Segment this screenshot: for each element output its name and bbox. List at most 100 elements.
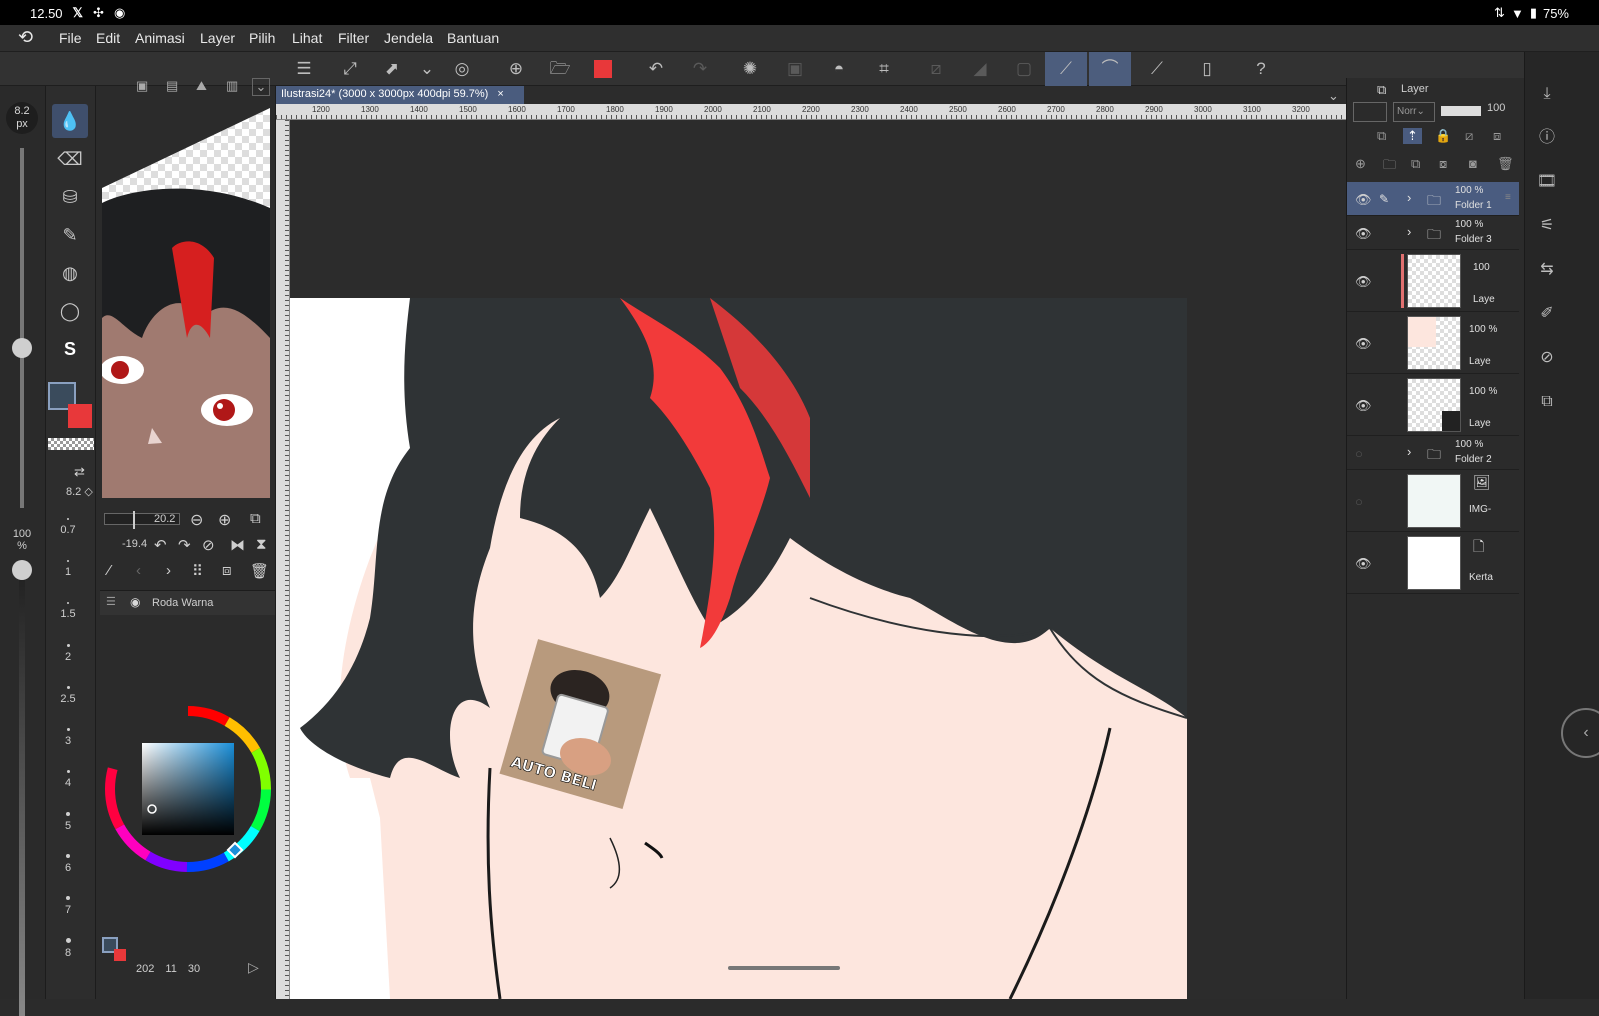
navigator-preview[interactable] (102, 108, 270, 498)
brush-size-item[interactable]: 3 (46, 728, 90, 747)
brush-size-item[interactable]: 1 (46, 560, 90, 578)
layer-row[interactable]: ○ › 🗀 100 % Folder 2 (1347, 436, 1519, 470)
search-icon[interactable]: ⊘ (1535, 346, 1559, 370)
reset-rotation-icon[interactable]: ⊘ (202, 536, 215, 554)
size-stepper[interactable]: 8.2 ◇ (66, 485, 93, 498)
transform-icon[interactable]: ⇆ (1535, 258, 1559, 282)
panel-tab-icon[interactable]: ▥ (226, 78, 238, 94)
eyedropper-icon[interactable]: ⁄ (108, 562, 111, 579)
layer-mask-icon[interactable]: ◙ (1469, 156, 1477, 171)
layer-row[interactable]: 👁 100 % Laye (1347, 374, 1519, 436)
mini-sub-swatch[interactable] (114, 949, 126, 961)
eye-icon[interactable]: 👁 (1355, 192, 1372, 208)
copy-layer-icon[interactable]: ⧉ (1411, 156, 1420, 172)
lock-alpha-icon[interactable]: ⧄ (1465, 128, 1473, 144)
chevron-down-icon[interactable]: ⌄ (252, 78, 270, 96)
panel-tab-icon[interactable]: ▤ (166, 78, 178, 94)
flip-vertical-icon[interactable]: ⧗ (256, 536, 267, 553)
brush-size-item[interactable]: 1.5 (46, 602, 90, 620)
chevron-right-icon[interactable]: › (166, 562, 171, 579)
brush-size-item[interactable]: 4 (46, 770, 90, 789)
spiral-icon[interactable]: ◎ (450, 57, 474, 81)
opacity-knob[interactable] (12, 560, 32, 580)
chevron-right-icon[interactable]: › (1407, 444, 1411, 459)
brush-size-item[interactable]: 0.7 (46, 518, 90, 536)
eraser-tool-icon[interactable]: ⌫ (52, 142, 88, 176)
opacity-slider[interactable] (19, 576, 25, 1016)
artboard[interactable]: AUTO BELI (290, 298, 1187, 999)
menu-animasi[interactable]: Animasi (135, 30, 185, 46)
chevron-down-icon[interactable]: ⌄ (415, 57, 439, 81)
color-panel-title[interactable]: Roda Warna (152, 597, 213, 609)
menu-lihat[interactable]: Lihat (292, 30, 322, 46)
ruler-snap-icon[interactable]: ⟋ (1045, 52, 1087, 86)
layer-panel-title[interactable]: Layer (1401, 83, 1429, 95)
fit-icon[interactable]: ⧉ (250, 510, 261, 527)
fill-icon[interactable]: ◓ (827, 57, 851, 81)
eye-icon[interactable]: 👁 (1355, 274, 1372, 290)
sub-color-swatch[interactable] (68, 404, 92, 428)
airbrush-tool-icon[interactable]: ◍ (52, 256, 88, 290)
rotation-value[interactable]: -19.4 (122, 538, 147, 550)
animation-icon[interactable]: 🎞 (1535, 170, 1559, 194)
menu-jendela[interactable]: Jendela (384, 30, 433, 46)
transparent-swatch[interactable] (48, 438, 94, 450)
menu-filter[interactable]: Filter (338, 30, 369, 46)
undo-icon[interactable]: ↶ (644, 57, 668, 81)
help-icon[interactable]: ? (1249, 57, 1273, 81)
layer-row[interactable]: 👁 100 % Laye (1347, 312, 1519, 374)
open-folder-icon[interactable]: 🗁 (548, 57, 572, 81)
transform-icon[interactable]: ⬈ (380, 57, 404, 81)
blend-tool-icon[interactable]: 💧 (52, 104, 88, 138)
trash-icon[interactable]: 🗑 (250, 562, 269, 580)
adjust-icon[interactable]: ⚟ (1535, 214, 1559, 238)
panel-tab-icon[interactable]: ⛰ (196, 78, 207, 94)
layer-row[interactable]: 👁 🗋 Kerta (1347, 532, 1519, 594)
brush-size-item[interactable]: 2 (46, 644, 90, 663)
brush-size-item[interactable]: 2.5 (46, 686, 90, 705)
panel-tab-icon[interactable]: ▣ (136, 78, 148, 94)
collapse-panel-button[interactable]: ‹ (1561, 708, 1599, 758)
layer-color-chip[interactable] (1353, 102, 1387, 122)
hamburger-icon[interactable]: ☰ (292, 57, 316, 81)
flip-horizontal-icon[interactable]: ⧓ (230, 536, 245, 554)
panel-menu-icon[interactable]: ☰ (106, 595, 116, 608)
menu-edit[interactable]: Edit (96, 30, 120, 46)
fit-screen-icon[interactable]: ⤢ (338, 57, 362, 81)
snap-box-icon[interactable]: ▢ (1012, 57, 1036, 81)
menu-layer[interactable]: Layer (200, 30, 235, 46)
grid-icon[interactable]: ⠿ (192, 562, 203, 580)
new-folder-icon[interactable]: 🗀 (1383, 156, 1396, 178)
text-tool-icon[interactable]: S (52, 332, 88, 366)
mask-icon[interactable]: ⧈ (1493, 128, 1501, 144)
loading-icon[interactable]: ✺ (738, 57, 762, 81)
image-icon[interactable]: ⧈ (222, 562, 232, 579)
play-icon[interactable]: ▷ (248, 959, 259, 976)
menu-bantuan[interactable]: Bantuan (447, 30, 499, 46)
clip-icon[interactable]: ⧉ (1377, 128, 1386, 144)
curve-snap-icon[interactable]: ⌒ (1089, 52, 1131, 86)
snap-triangle-icon[interactable]: ◢ (968, 57, 992, 81)
reference-icon[interactable]: ⇡ (1403, 128, 1422, 144)
lock-icon[interactable]: 🔒 (1435, 128, 1451, 144)
redo-icon[interactable]: ↷ (688, 57, 712, 81)
brush-size-item[interactable]: 5 (46, 812, 90, 832)
eye-icon[interactable]: ○ (1355, 446, 1363, 461)
layer-row[interactable]: 👁 › 🗀 100 % Folder 3 (1347, 216, 1519, 250)
drag-handle-icon[interactable]: ≡ (1505, 192, 1511, 203)
zoom-value[interactable]: 20.2 (154, 513, 175, 525)
app-logo-icon[interactable]: ⟲ (18, 27, 33, 48)
pen-tool-icon[interactable]: ✎ (52, 218, 88, 252)
brush-size-item[interactable]: 6 (46, 854, 90, 874)
chevron-left-icon[interactable]: ‹ (136, 562, 141, 579)
rotate-right-icon[interactable]: ↷ (178, 536, 191, 554)
device-icon[interactable]: ▯ (1195, 57, 1219, 81)
zoom-in-icon[interactable]: ⊕ (218, 510, 231, 530)
pen-lock-icon[interactable]: ✎ (1379, 192, 1389, 206)
brush-size-knob[interactable] (12, 338, 32, 358)
zoom-out-icon[interactable]: ⊖ (190, 510, 203, 530)
export-icon[interactable]: ⤓ (1535, 82, 1559, 106)
document-tab[interactable]: Ilustrasi24* (3000 x 3000px 400dpi 59.7%… (276, 86, 524, 104)
chevron-right-icon[interactable]: › (1407, 224, 1411, 239)
eye-icon[interactable]: ○ (1355, 494, 1363, 509)
